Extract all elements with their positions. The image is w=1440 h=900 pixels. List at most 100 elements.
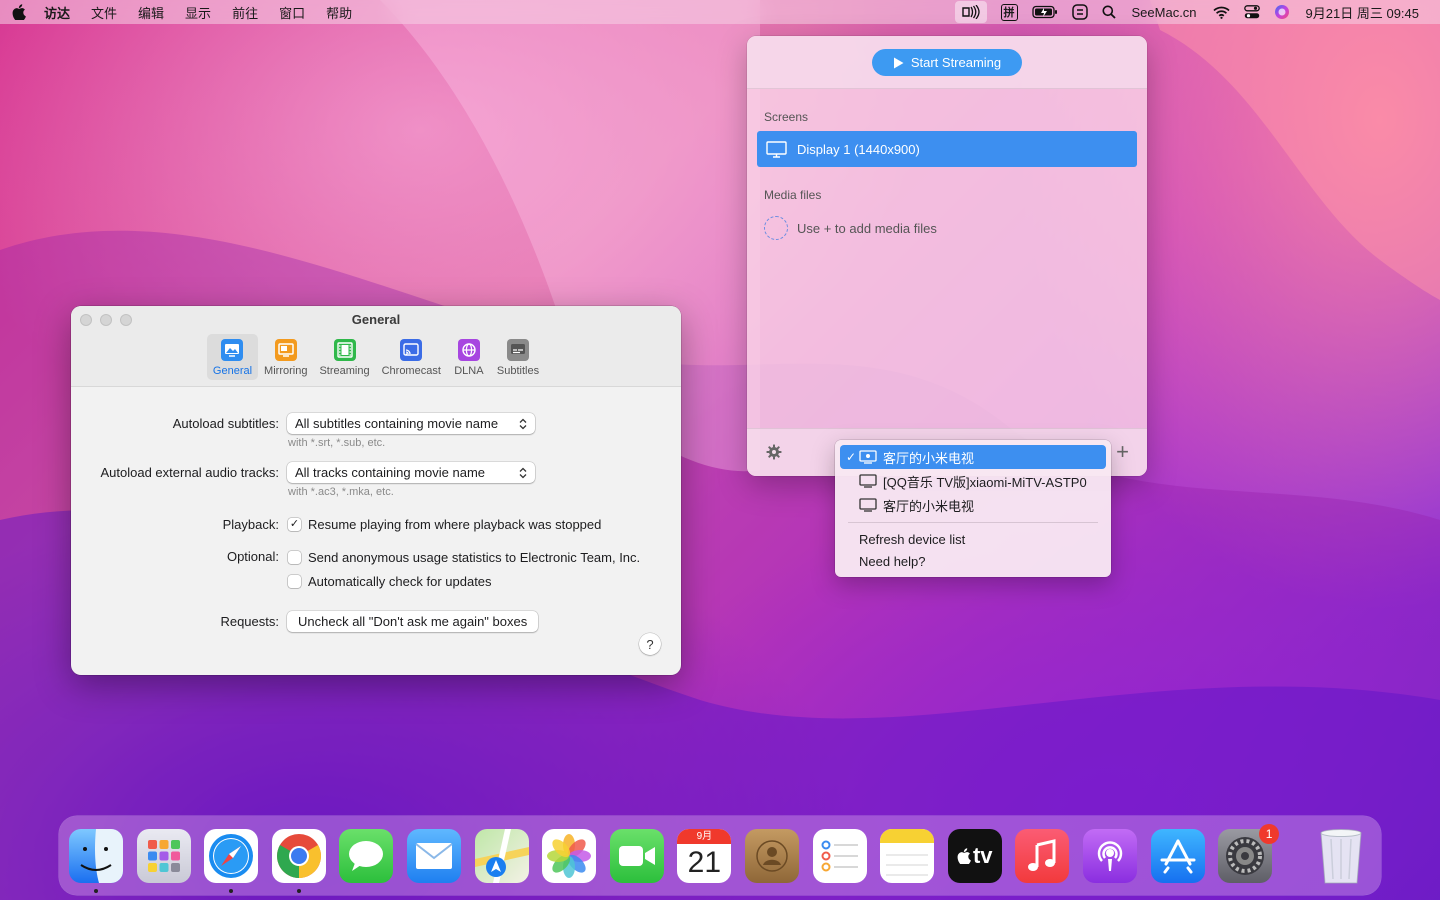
media-files-hint: Use + to add media files [797, 220, 937, 236]
subtitles-icon [506, 339, 529, 361]
apple-tv-label: tv [972, 842, 993, 868]
device-item-label: 客厅的小米电视 [883, 498, 975, 514]
device-item-qq-music-tv[interactable]: [QQ音乐 TV版]xiaomi-MiTV-ASTP0 [840, 469, 1106, 493]
notes-icon[interactable] [880, 828, 935, 883]
autoload-subtitles-value: All subtitles containing movie name [295, 416, 499, 431]
messages-icon[interactable] [339, 828, 394, 883]
usage-statistics-checkbox[interactable]: Send anonymous usage statistics to Elect… [288, 550, 640, 565]
autoload-subtitles-select[interactable]: All subtitles containing movie name [287, 413, 535, 434]
chrome-icon[interactable] [271, 828, 326, 893]
general-icon [221, 339, 244, 361]
autoload-subtitles-label: Autoload subtitles: [172, 416, 279, 431]
refresh-device-list-item[interactable]: Refresh device list [840, 528, 1106, 550]
menubar-clock[interactable]: 9月21日 周三 09:45 [1306, 3, 1419, 22]
tab-general[interactable]: General [206, 334, 259, 380]
tab-chromecast[interactable]: Chromecast [376, 334, 447, 380]
menu-window[interactable]: 窗口 [279, 3, 305, 22]
check-updates-checkbox[interactable]: Automatically check for updates [288, 574, 492, 589]
battery-icon[interactable] [1031, 0, 1058, 24]
launchpad-icon[interactable] [136, 828, 191, 883]
control-center-icon[interactable] [1243, 0, 1260, 24]
add-media-button[interactable]: + [1116, 439, 1129, 465]
calendar-icon[interactable]: 9月 21 [677, 828, 732, 883]
checkbox-unchecked-icon [288, 575, 301, 588]
window-title: General [351, 312, 401, 327]
device-item-label: 客厅的小米电视 [883, 450, 975, 466]
reminders-icon[interactable] [812, 828, 867, 883]
autoload-audio-value: All tracks containing movie name [295, 465, 486, 480]
spotlight-search-icon[interactable] [1102, 0, 1116, 24]
calendar-month: 9月 [677, 829, 732, 844]
menu-edit[interactable]: 编辑 [138, 3, 164, 22]
tab-subtitles[interactable]: Subtitles [491, 334, 545, 380]
checkbox-unchecked-icon [288, 551, 301, 564]
safari-icon[interactable] [204, 828, 259, 893]
menu-separator [848, 522, 1098, 523]
tab-mirroring-label: Mirroring [264, 365, 308, 377]
start-streaming-label: Start Streaming [910, 55, 1002, 70]
trash-icon[interactable] [1314, 828, 1368, 883]
dock: 9月 21 tv 1 [59, 816, 1381, 895]
finder-icon[interactable] [69, 828, 123, 893]
popover-header: Start Streaming [747, 36, 1147, 89]
menu-file[interactable]: 文件 [91, 3, 117, 22]
tab-streaming[interactable]: Streaming [313, 334, 375, 380]
device-item-living-room-tv-selected[interactable]: ✓ 客厅的小米电视 [840, 445, 1106, 469]
system-preferences-icon[interactable]: 1 [1218, 823, 1280, 883]
start-streaming-button[interactable]: Start Streaming [872, 49, 1022, 76]
resume-playback-label: Resume playing from where playback was s… [308, 517, 602, 532]
podcasts-icon[interactable] [1082, 828, 1137, 883]
tv-icon [859, 474, 877, 488]
menu-finder[interactable]: 访达 [44, 3, 70, 22]
siri-icon[interactable] [1274, 0, 1290, 24]
tab-mirroring[interactable]: Mirroring [258, 334, 313, 380]
elmedia-cast-icon[interactable] [954, 1, 987, 23]
media-files-placeholder: Use + to add media files [764, 216, 937, 240]
device-item-living-room-tv[interactable]: 客厅的小米电视 [840, 493, 1106, 517]
wifi-icon[interactable] [1212, 0, 1230, 24]
autoload-audio-select[interactable]: All tracks containing movie name [287, 462, 535, 483]
resume-playback-checkbox[interactable]: ✓ Resume playing from where playback was… [288, 517, 601, 532]
display-1-row[interactable]: Display 1 (1440x900) [757, 131, 1137, 167]
monitor-icon [766, 140, 787, 158]
display-1-label: Display 1 (1440x900) [797, 141, 920, 157]
gear-icon[interactable] [766, 444, 782, 463]
apple-tv-icon[interactable]: tv [947, 828, 1002, 883]
requests-label: Requests: [220, 614, 279, 629]
need-help-item[interactable]: Need help? [840, 550, 1106, 572]
help-button[interactable]: ? [639, 633, 661, 655]
uncheck-dont-ask-again-button[interactable]: Uncheck all "Don't ask me again" boxes [287, 611, 539, 632]
tab-dlna[interactable]: DLNA [447, 334, 491, 380]
checkbox-checked-icon: ✓ [288, 518, 301, 531]
screen-time-icon[interactable] [1071, 0, 1088, 24]
mail-icon[interactable] [406, 828, 461, 883]
film-strip-icon [333, 339, 356, 361]
empty-media-icon [764, 216, 788, 240]
apple-icon[interactable] [12, 4, 26, 20]
notification-badge: 1 [1259, 823, 1280, 844]
music-icon[interactable] [1015, 828, 1070, 883]
tab-dlna-label: DLNA [454, 365, 484, 377]
facetime-icon[interactable] [609, 828, 664, 883]
tab-general-label: General [212, 365, 253, 377]
photos-icon[interactable] [542, 828, 597, 883]
input-method-icon[interactable]: 拼 [1000, 0, 1018, 24]
menubar-site-label: SeeMac.cn [1131, 4, 1197, 20]
menu-view[interactable]: 显示 [185, 3, 211, 22]
calendar-day: 21 [687, 846, 722, 879]
contacts-icon[interactable] [744, 828, 799, 883]
menu-help[interactable]: 帮助 [326, 3, 352, 22]
streaming-popover: Start Streaming Screens Display 1 (1440x… [747, 36, 1147, 476]
window-titlebar: General General Mirroring Streaming Chro… [71, 306, 681, 387]
menu-go[interactable]: 前往 [232, 3, 258, 22]
device-dropdown-menu: ✓ 客厅的小米电视 [QQ音乐 TV版]xiaomi-MiTV-ASTP0 客厅… [835, 440, 1111, 577]
media-files-section-label: Media files [764, 188, 822, 202]
mirroring-icon [274, 339, 297, 361]
tv-icon [859, 498, 877, 512]
menu-bar: 访达 文件 编辑 显示 前往 窗口 帮助 拼 SeeMac.cn 9月21日 周… [0, 0, 1440, 24]
app-store-icon[interactable] [1150, 828, 1205, 883]
preferences-toolbar: General Mirroring Streaming Chromecast D… [71, 334, 681, 380]
maps-icon[interactable] [474, 828, 529, 883]
tv-icon [859, 450, 877, 464]
preferences-window: General General Mirroring Streaming Chro… [71, 306, 681, 675]
